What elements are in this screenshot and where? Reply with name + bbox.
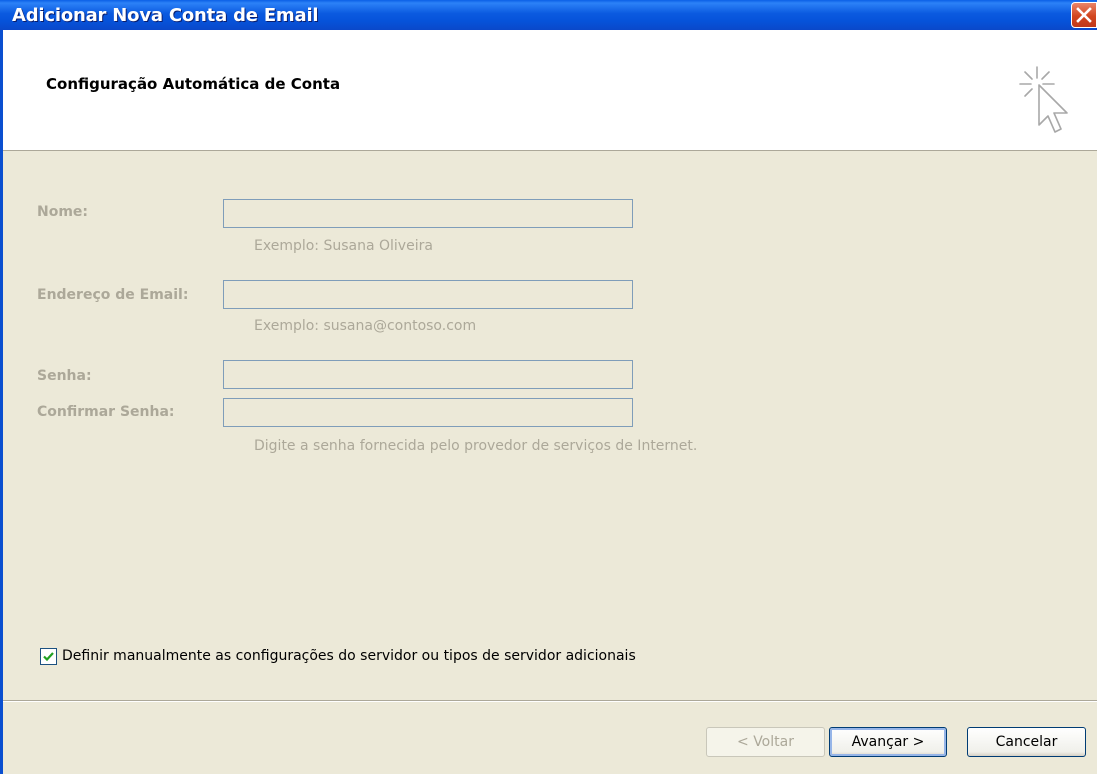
footer-divider	[3, 700, 1097, 702]
password-field[interactable]	[223, 360, 633, 389]
cancel-button[interactable]: Cancelar	[967, 727, 1086, 757]
name-label: Nome:	[37, 204, 89, 220]
wizard-header: Configuração Automática de Conta	[3, 30, 1097, 151]
name-field[interactable]	[223, 199, 633, 228]
next-button[interactable]: Avançar >	[829, 727, 947, 757]
back-button[interactable]: < Voltar	[706, 727, 825, 757]
email-hint: Exemplo: susana@contoso.com	[254, 318, 477, 334]
wizard-cursor-icon	[1017, 63, 1077, 147]
confirm-password-field[interactable]	[223, 398, 633, 427]
confirm-password-label: Confirmar Senha:	[37, 404, 175, 420]
email-label: Endereço de Email:	[37, 287, 189, 303]
manual-config-checkbox[interactable]	[40, 648, 57, 665]
password-label: Senha:	[37, 368, 92, 384]
manual-config-label[interactable]: Definir manualmente as configurações do …	[62, 648, 636, 664]
page-title: Configuração Automática de Conta	[46, 75, 341, 93]
name-hint: Exemplo: Susana Oliveira	[254, 238, 433, 254]
title-bar[interactable]: Adicionar Nova Conta de Email	[0, 0, 1097, 30]
email-field[interactable]	[223, 280, 633, 309]
close-button[interactable]	[1071, 2, 1097, 28]
password-hint: Digite a senha fornecida pelo provedor d…	[254, 438, 698, 454]
window-title: Adicionar Nova Conta de Email	[12, 5, 319, 26]
